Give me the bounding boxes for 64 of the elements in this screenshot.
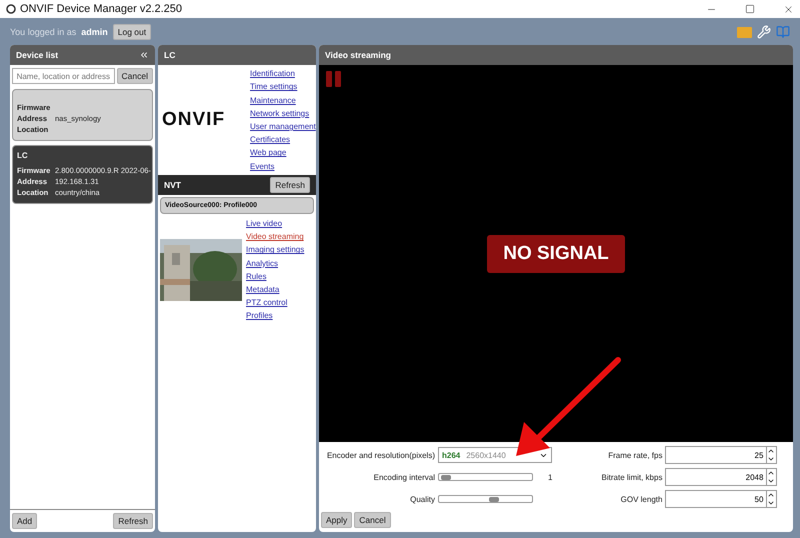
window-title: ONVIF Device Manager v2.2.250: [20, 3, 184, 15]
spin-up-icon[interactable]: [767, 491, 776, 499]
onvif-logo: ONVIF: [162, 109, 226, 131]
login-label: You logged in as: [10, 26, 76, 36]
resolution-text: 2560x1440: [466, 450, 507, 460]
spin-down-icon[interactable]: [767, 477, 776, 485]
panel-title: LC: [164, 50, 176, 60]
footer-button[interactable]: Add: [12, 513, 38, 529]
spin-value: 2048: [744, 472, 764, 484]
panel-title: Device list: [16, 50, 58, 60]
menu-link[interactable]: Certificates: [250, 134, 316, 146]
device-name: LC: [17, 151, 28, 160]
spin-down-icon[interactable]: [767, 499, 776, 507]
settings-icon[interactable]: [757, 24, 771, 38]
field-label: GOV length: [620, 494, 662, 504]
slider-reading: 1: [548, 472, 552, 482]
menu-link[interactable]: Profiles: [246, 310, 304, 322]
form-button[interactable]: Apply: [321, 512, 352, 528]
field-label: Frame rate, fps: [607, 450, 662, 460]
menu-link[interactable]: PTZ control: [246, 297, 304, 308]
slider-thumb[interactable]: [440, 475, 451, 480]
menu-link[interactable]: Identification: [250, 68, 316, 80]
collapse-icon[interactable]: [139, 50, 149, 60]
search-field[interactable]: Name, location or address: [12, 68, 115, 84]
field-label: Encoding interval: [372, 472, 435, 482]
codec-text: h264: [442, 450, 460, 460]
spin-value: 50: [754, 494, 764, 506]
spin-field[interactable]: 50: [665, 490, 778, 508]
close-icon[interactable]: [783, 4, 794, 14]
menu-link[interactable]: Events: [250, 160, 316, 172]
field-label: Quality: [409, 494, 435, 504]
form-button[interactable]: Cancel: [354, 512, 391, 528]
footer-button[interactable]: Refresh: [113, 513, 153, 529]
cancel-button[interactable]: Cancel: [116, 68, 153, 84]
menu-link[interactable]: Imaging settings: [246, 244, 304, 256]
maximize-icon[interactable]: [745, 4, 755, 14]
menu-link[interactable]: Network settings: [250, 108, 316, 119]
spin-up-icon[interactable]: [767, 447, 776, 455]
panel-title: Video streaming: [325, 50, 391, 60]
slider-track[interactable]: [438, 473, 533, 481]
spin-up-icon[interactable]: [767, 469, 776, 477]
menu-link[interactable]: Rules: [246, 270, 304, 282]
slider-track[interactable]: [438, 495, 533, 503]
spin-field[interactable]: 25: [665, 446, 778, 464]
spin-value: 25: [754, 450, 764, 462]
menu-link[interactable]: Web page: [250, 147, 316, 159]
spin-field[interactable]: 2048: [665, 468, 778, 486]
menu-link[interactable]: Live video: [246, 218, 304, 230]
menu-link[interactable]: Time settings: [250, 81, 316, 93]
menu-link[interactable]: Analytics: [246, 258, 304, 269]
field-label: Bitrate limit, kbps: [600, 472, 662, 482]
slider-thumb[interactable]: [488, 497, 499, 502]
menu-link[interactable]: Video streaming: [246, 231, 304, 242]
status-label: NO SIGNAL: [487, 234, 625, 272]
menu-link[interactable]: User management: [250, 121, 316, 132]
app-logo-icon: [6, 4, 16, 14]
menu-link[interactable]: Maintenance: [250, 94, 316, 106]
field-label: Encoder and resolution(pixels): [326, 450, 435, 460]
refresh-button[interactable]: Refresh: [270, 177, 310, 193]
logout-button[interactable]: Log out: [112, 24, 152, 40]
section-title: NVT: [164, 180, 181, 190]
menu-link[interactable]: Metadata: [246, 284, 304, 296]
user-name: admin: [81, 26, 108, 36]
spin-down-icon[interactable]: [767, 455, 776, 463]
